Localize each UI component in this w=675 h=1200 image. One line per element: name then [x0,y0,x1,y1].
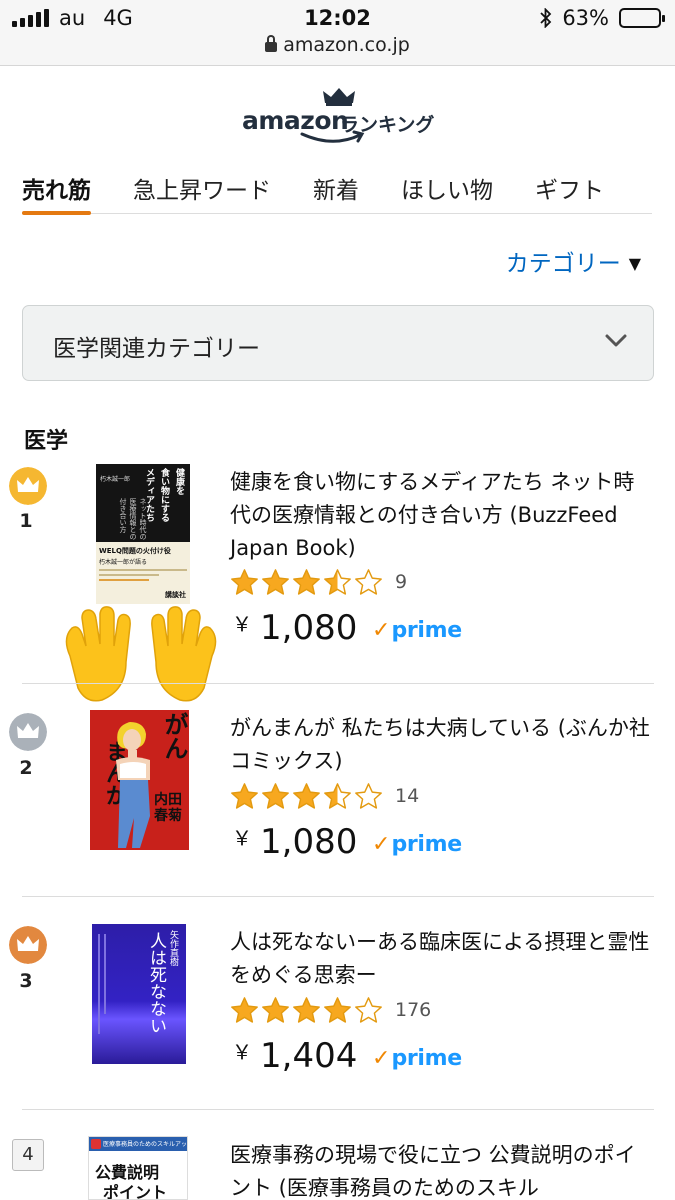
chevron-down-icon [605,334,627,347]
item-title[interactable]: 医療事務の現場で役に立つ 公費説明のポイント (医療事務員のためのスキル [230,1139,655,1200]
ranking-tabs: 売れ筋 急上昇ワード 新着 ほしい物 ギフト [22,172,652,215]
amazon-ranking-logo[interactable]: amazon ランキング [240,86,440,152]
cover-title: 人は死なない [146,932,166,1034]
status-bar: au 4G 12:02 63% amazon.co.jp [0,0,675,66]
prime-check-icon: ✓ [372,1046,391,1071]
rank-number: 1 [19,510,33,532]
divider [22,1109,654,1110]
star-full-icon [262,997,289,1023]
price-value: 1,404 [260,1036,358,1076]
item-title[interactable]: がんまんが 私たちは大病している (ぶんか社コミックス) [230,712,655,778]
prime-check-icon: ✓ [372,832,391,857]
cover-top: 医療事務員のためのスキルアップノート [103,1141,188,1148]
star-full-icon [262,569,289,595]
review-count: 176 [395,999,432,1021]
cover-publisher-mark: 講談社 [165,591,186,599]
prime-label: prime [391,832,462,857]
crown-icon [323,88,355,106]
review-count: 9 [395,571,408,593]
lock-icon [265,35,278,52]
yen-sign: ￥ [232,826,252,850]
price-value: 1,080 [260,608,358,648]
star-rating[interactable]: 14 [230,782,419,810]
star-rating[interactable]: 176 [230,996,431,1024]
star-empty-icon [355,783,382,809]
tab-wishlist[interactable]: ほしい物 [401,172,493,214]
raised-hands-emoji [65,606,217,702]
star-full-icon [231,997,258,1023]
price: ￥ 1,080 [232,608,357,648]
book-cover-2[interactable]: がん まんが 内田春菊 [90,710,189,850]
star-half-icon [324,783,351,809]
tab-bestsellers[interactable]: 売れ筋 [22,172,91,215]
price: ￥ 1,080 [232,822,357,862]
prime-badge: ✓ prime [372,618,462,643]
cover-author: 矢作直樹 [168,930,178,966]
url-text: amazon.co.jp [283,34,410,56]
divider [22,896,654,897]
prime-label: prime [391,1046,462,1071]
cover-band-headline: WELQ問題の火付け役 [99,547,171,555]
yen-sign: ￥ [232,1040,252,1064]
stars-group [230,996,383,1024]
rank-number: 4 [12,1139,44,1171]
star-full-icon [293,783,320,809]
item-title[interactable]: 人は死なないーある臨床医による摂理と霊性をめぐる思索ー [230,926,655,992]
price: ￥ 1,404 [232,1036,357,1076]
tab-new-releases[interactable]: 新着 [313,172,359,214]
star-full-icon [293,569,320,595]
category-select-label: 医学関連カテゴリー [53,336,260,362]
cover-title-line-2: 食い物にする [159,468,169,522]
bluetooth-icon [540,8,552,28]
category-dropdown-link[interactable]: カテゴリー ▼ [506,244,641,278]
rank-number: 3 [19,970,33,992]
star-full-icon [293,997,320,1023]
star-rating[interactable]: 9 [230,568,407,596]
star-full-icon [231,569,258,595]
category-link-label: カテゴリー [505,251,621,277]
cover-figure-illustration [116,722,150,848]
battery-icon [619,8,665,28]
prime-label: prime [391,618,462,643]
address-bar[interactable]: amazon.co.jp [0,34,675,56]
prime-check-icon: ✓ [372,618,391,643]
category-select[interactable]: 医学関連カテゴリー [22,305,654,381]
price-value: 1,080 [260,822,358,862]
book-cover-3[interactable]: 矢作直樹 人は死なない [92,924,186,1064]
gold-crown-badge-icon [9,467,47,505]
battery-percent: 63% [562,6,609,30]
cover-subtitle: ネット時代の医療情報との付き合い方 [119,498,147,540]
silver-crown-badge-icon [9,713,47,751]
divider [22,683,654,684]
yen-sign: ￥ [232,612,252,636]
tab-movers[interactable]: 急上昇ワード [133,172,271,214]
book-cover-1[interactable]: 朽木誠一郎 健康を 食い物にする メディアたち ネット時代の医療情報との付き合い… [96,464,190,604]
cover-title-b: ポイント [103,1183,168,1200]
section-title: 医学 [24,429,69,454]
cover-band-text: 朽木誠一郎が語る [99,559,148,566]
star-full-icon [262,783,289,809]
star-half-icon [324,569,351,595]
item-title[interactable]: 健康を食い物にするメディアたち ネット時代の医療情報との付き合い方 (BuzzF… [230,466,655,565]
book-cover-4[interactable]: 医療事務員のためのスキルアップノート 公費説明 ポイント [88,1136,188,1200]
cover-title-line-1: 健康を [174,468,184,495]
caret-down-icon: ▼ [628,254,641,273]
tab-gift[interactable]: ギフト [535,172,604,214]
star-empty-icon [355,569,382,595]
prime-badge: ✓ prime [372,1046,462,1071]
smile-arrow-icon [300,130,365,143]
stars-group [230,568,383,596]
star-full-icon [324,997,351,1023]
rank-number: 2 [19,757,33,779]
prime-badge: ✓ prime [372,832,462,857]
bronze-crown-badge-icon [9,926,47,964]
star-full-icon [231,783,258,809]
stars-group [230,782,383,810]
review-count: 14 [395,785,420,807]
status-right: 63% [540,6,665,30]
star-empty-icon [355,997,382,1023]
